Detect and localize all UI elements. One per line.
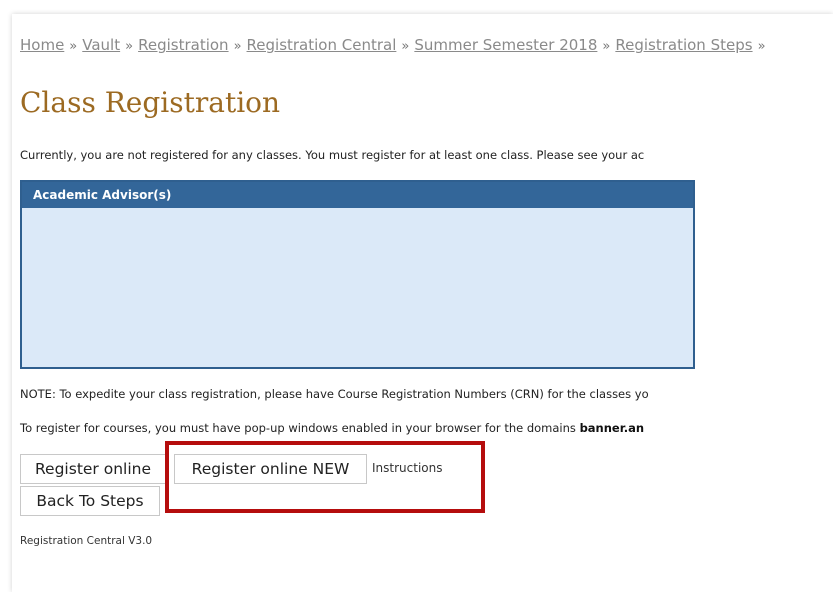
breadcrumb-separator: » bbox=[233, 39, 242, 54]
breadcrumb-registration-steps-link[interactable]: Registration Steps bbox=[615, 36, 752, 54]
breadcrumb-home-link[interactable]: Home bbox=[20, 36, 64, 54]
page-title: Class Registration bbox=[20, 86, 281, 119]
crn-note: NOTE: To expedite your class registratio… bbox=[20, 387, 649, 401]
registration-status-text: Currently, you are not registered for an… bbox=[20, 148, 645, 162]
back-to-steps-button[interactable]: Back To Steps bbox=[20, 486, 160, 516]
breadcrumb-separator: » bbox=[69, 39, 78, 54]
popup-note: To register for courses, you must have p… bbox=[20, 421, 644, 435]
academic-advisor-panel: Academic Advisor(s) bbox=[20, 180, 695, 369]
breadcrumb-separator: » bbox=[757, 39, 766, 54]
breadcrumb-separator: » bbox=[602, 39, 611, 54]
instructions-link[interactable]: Instructions bbox=[372, 461, 442, 475]
version-text: Registration Central V3.0 bbox=[20, 535, 153, 547]
register-online-new-button[interactable]: Register online NEW bbox=[174, 454, 367, 484]
breadcrumb-separator: » bbox=[401, 39, 410, 54]
breadcrumb-vault-link[interactable]: Vault bbox=[82, 36, 120, 54]
breadcrumb-registration-link[interactable]: Registration bbox=[138, 36, 228, 54]
breadcrumb: Home » Vault » Registration » Registration Cen… bbox=[20, 36, 771, 54]
academic-advisor-header: Academic Advisor(s) bbox=[22, 182, 693, 208]
popup-note-text: To register for courses, you must have p… bbox=[20, 421, 580, 435]
breadcrumb-separator: » bbox=[125, 39, 134, 54]
popup-domain: banner.an bbox=[579, 421, 645, 435]
breadcrumb-summer-semester-link[interactable]: Summer Semester 2018 bbox=[414, 36, 597, 54]
register-online-button[interactable]: Register online bbox=[20, 454, 166, 484]
breadcrumb-registration-central-link[interactable]: Registration Central bbox=[247, 36, 397, 54]
